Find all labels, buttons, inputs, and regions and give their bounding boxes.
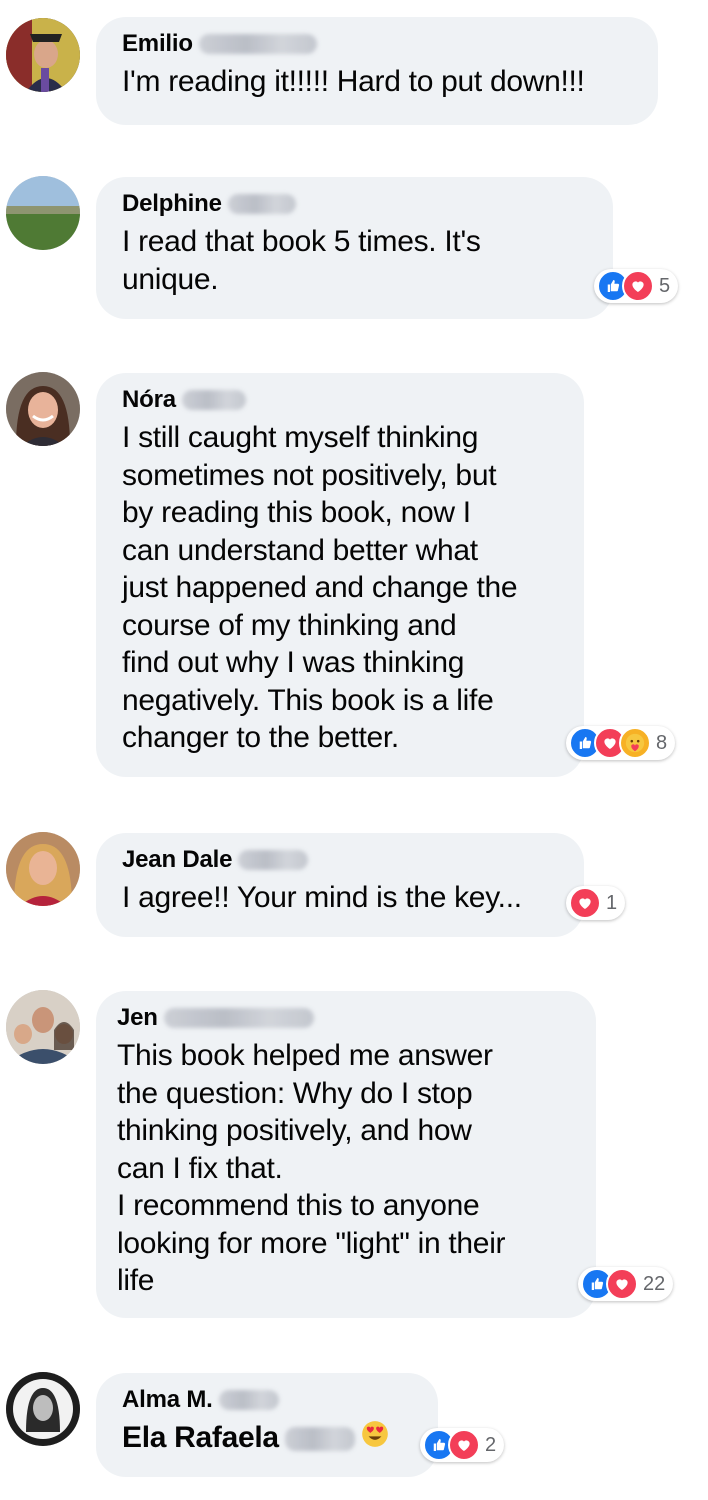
comment-text: I'm reading it!!!!! Hard to put down!!! (122, 65, 585, 98)
avatar[interactable] (6, 372, 80, 446)
love-icon (606, 1268, 638, 1300)
comment-bubble: Jen This book helped me answer the quest… (96, 991, 596, 1318)
reactions-summary[interactable]: 2 (420, 1428, 505, 1462)
comment-bubble: Delphine I read that book 5 times. It's … (96, 177, 613, 319)
tagged-name[interactable]: Ela Rafaela (122, 1421, 279, 1454)
heart-eyes-icon (361, 1420, 389, 1458)
reactions-summary[interactable]: 8 (566, 726, 676, 760)
care-icon (619, 727, 651, 759)
blurred-surname (181, 390, 246, 410)
commenter-name[interactable]: Jean Dale (122, 846, 232, 874)
blurred-surname (163, 1008, 314, 1028)
blurred-surname (227, 194, 296, 214)
reaction-count: 2 (485, 1433, 497, 1456)
commenter-name[interactable]: Nóra (122, 386, 176, 414)
comment-bubble: Jean Dale I agree!! Your mind is the key… (96, 833, 584, 937)
commenter-name[interactable]: Emilio (122, 30, 193, 58)
blurred-surname (284, 1427, 355, 1452)
reactions-summary[interactable]: 5 (594, 269, 679, 303)
reaction-count: 1 (606, 891, 618, 914)
comment-bubble: Alma M. Ela Rafaela (96, 1373, 438, 1477)
avatar[interactable] (6, 18, 80, 92)
reactions-summary[interactable]: 22 (578, 1267, 674, 1301)
avatar[interactable] (6, 176, 80, 250)
blurred-surname (198, 34, 317, 54)
commenter-name[interactable]: Jen (117, 1004, 158, 1032)
love-icon (569, 887, 601, 919)
reaction-count: 5 (659, 274, 671, 297)
blurred-surname (238, 850, 309, 870)
blurred-surname (218, 1390, 279, 1410)
reaction-count: 22 (643, 1272, 666, 1295)
commenter-name[interactable]: Delphine (122, 190, 222, 218)
comment-text: Ela Rafaela (122, 1419, 412, 1458)
love-icon (448, 1429, 480, 1461)
comment-text: I agree!! Your mind is the key... (122, 881, 522, 914)
comment-text: I read that book 5 times. It's unique. (122, 225, 481, 296)
comment-bubble: Emilio I'm reading it!!!!! Hard to put d… (96, 17, 658, 125)
commenter-name[interactable]: Alma M. (122, 1386, 213, 1414)
reactions-summary[interactable]: 1 (566, 886, 626, 920)
comment-bubble: Nóra I still caught myself thinking some… (96, 373, 584, 777)
comment-text: I still caught myself thinking sometimes… (122, 421, 518, 754)
avatar[interactable] (6, 990, 80, 1064)
comment-text: This book helped me answer the question:… (117, 1039, 506, 1297)
love-icon (622, 270, 654, 302)
avatar[interactable] (6, 832, 80, 906)
avatar[interactable] (6, 1372, 80, 1446)
reaction-count: 8 (656, 731, 668, 754)
